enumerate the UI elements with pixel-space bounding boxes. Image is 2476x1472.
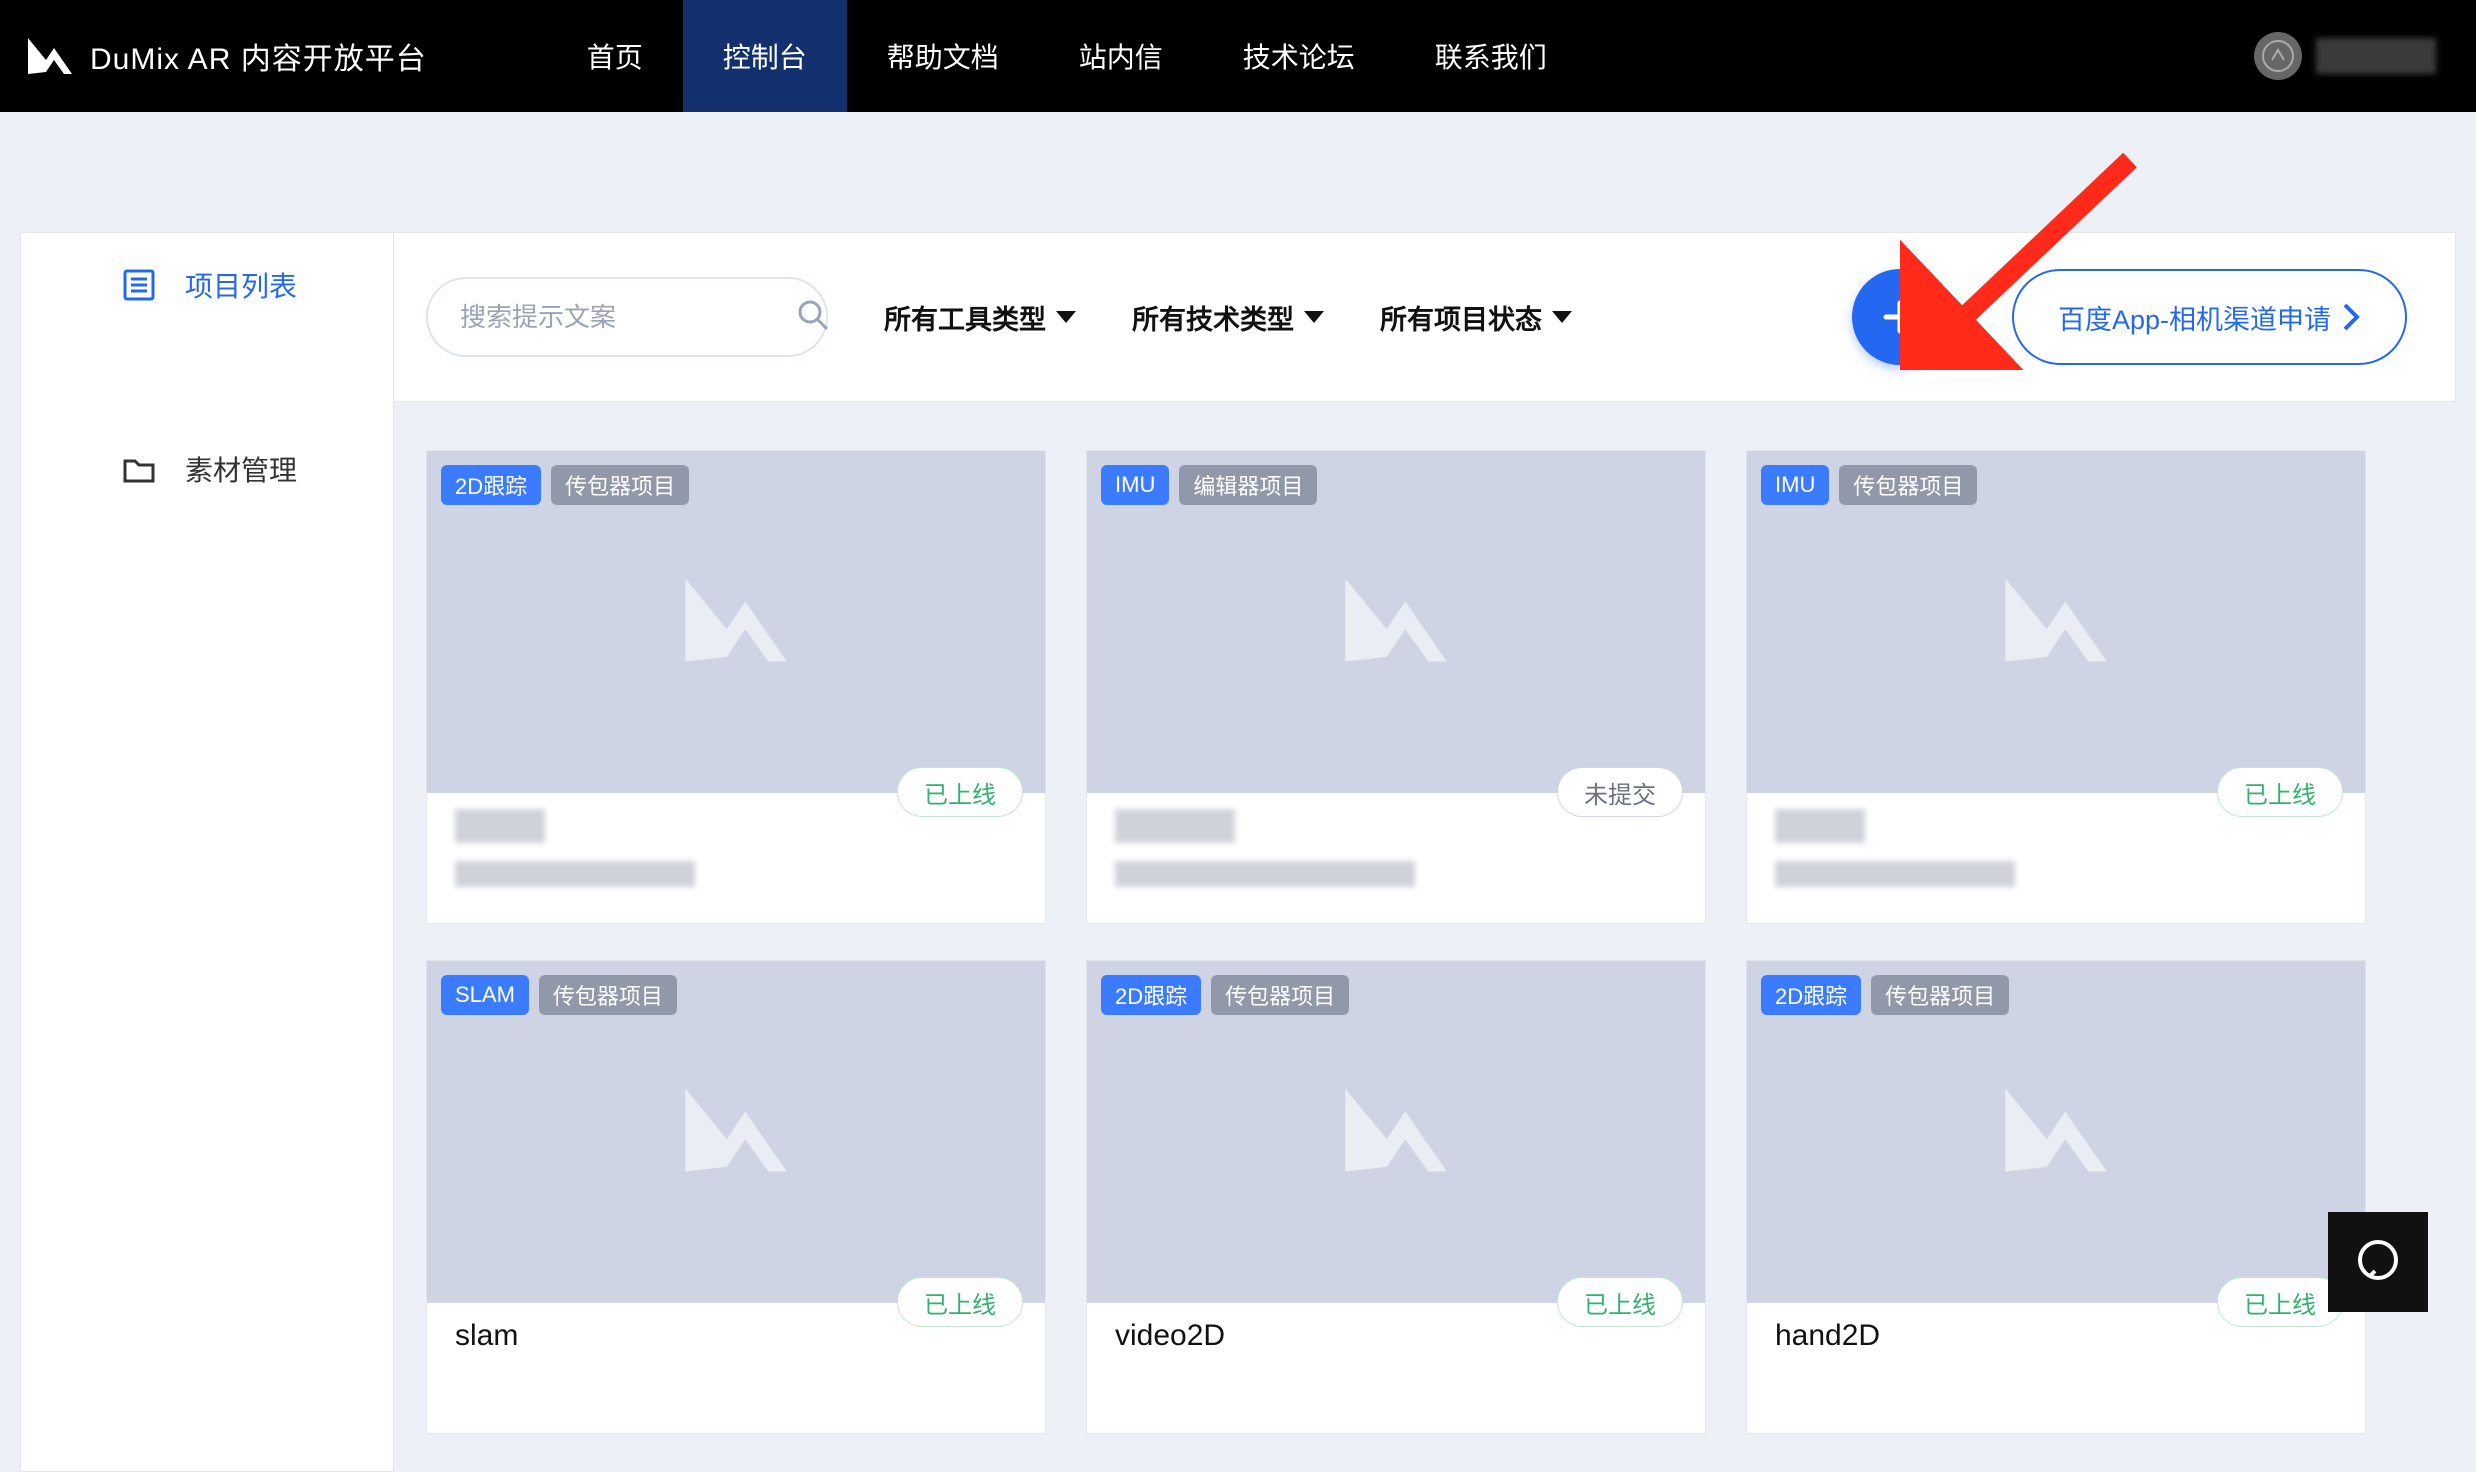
- status-badge: 已上线: [1557, 1277, 1683, 1327]
- card-body: 已上线: [1747, 793, 2365, 923]
- sidebar-item-label: 素材管理: [185, 449, 297, 489]
- tool-tag: 传包器项目: [1871, 975, 2009, 1015]
- dropdown-label: 所有技术类型: [1132, 298, 1294, 337]
- chevron-right-icon: [2341, 303, 2361, 331]
- tech-tag: 2D跟踪: [1101, 975, 1201, 1015]
- nav-forum[interactable]: 技术论坛: [1203, 0, 1395, 112]
- project-card[interactable]: IMU 编辑器项目 未提交: [1086, 450, 1706, 924]
- folder-icon: [121, 451, 157, 487]
- card-meta-redacted: [1775, 861, 2015, 887]
- placeholder-logo-icon: [666, 1070, 806, 1195]
- help-chat-button[interactable]: [2328, 1212, 2428, 1312]
- card-body: 已上线 slam: [427, 1303, 1045, 1433]
- card-thumb: 2D跟踪 传包器项目: [1747, 961, 2365, 1303]
- tech-tag: SLAM: [441, 975, 529, 1015]
- tech-tag: IMU: [1101, 465, 1169, 505]
- brand-logo-icon: [24, 30, 76, 82]
- nav-console[interactable]: 控制台: [683, 0, 847, 112]
- project-card[interactable]: 2D跟踪 传包器项目 已上线 hand2D: [1746, 960, 2366, 1434]
- card-title-redacted: [1115, 809, 1235, 843]
- user-menu[interactable]: [2254, 0, 2436, 112]
- project-card[interactable]: IMU 传包器项目 已上线: [1746, 450, 2366, 924]
- page-body: 项目列表 素材管理 所有工具类型 所有技术类型: [0, 112, 2476, 1472]
- plus-icon: [1878, 295, 1922, 339]
- chevron-down-icon: [1552, 311, 1572, 323]
- dropdown-tool-type[interactable]: 所有工具类型: [884, 298, 1076, 337]
- nav-inbox[interactable]: 站内信: [1039, 0, 1203, 112]
- tool-tag: 传包器项目: [551, 465, 689, 505]
- brand-title: DuMix AR 内容开放平台: [90, 34, 427, 78]
- project-grid: 2D跟踪 传包器项目 已上线 IMU: [394, 450, 2456, 1434]
- tech-tag: 2D跟踪: [441, 465, 541, 505]
- status-badge: 未提交: [1557, 767, 1683, 817]
- user-avatar-icon: [2254, 32, 2302, 80]
- search-box[interactable]: [426, 277, 828, 357]
- chevron-down-icon: [1304, 311, 1324, 323]
- tech-tag: IMU: [1761, 465, 1829, 505]
- top-header: DuMix AR 内容开放平台 首页 控制台 帮助文档 站内信 技术论坛 联系我…: [0, 0, 2476, 112]
- toolbar: 所有工具类型 所有技术类型 所有项目状态 百度App-相机渠道申请: [394, 232, 2456, 402]
- nav-help[interactable]: 帮助文档: [847, 0, 1039, 112]
- project-card[interactable]: 2D跟踪 传包器项目 已上线: [426, 450, 1046, 924]
- channel-apply-label: 百度App-相机渠道申请: [2058, 298, 2331, 337]
- tool-tag: 传包器项目: [1839, 465, 1977, 505]
- tool-tag: 传包器项目: [1211, 975, 1349, 1015]
- add-project-button[interactable]: [1852, 269, 1948, 365]
- card-thumb: 2D跟踪 传包器项目: [1087, 961, 1705, 1303]
- card-thumb: SLAM 传包器项目: [427, 961, 1045, 1303]
- list-icon: [121, 267, 157, 303]
- dropdown-label: 所有工具类型: [884, 298, 1046, 337]
- card-thumb: IMU 传包器项目: [1747, 451, 2365, 793]
- sidebar-item-label: 项目列表: [185, 265, 297, 305]
- sidebar-item-materials[interactable]: 素材管理: [21, 417, 393, 521]
- chevron-down-icon: [1056, 311, 1076, 323]
- card-title-redacted: [455, 809, 545, 843]
- sidebar: 项目列表 素材管理: [20, 232, 394, 1472]
- placeholder-logo-icon: [1986, 560, 2126, 685]
- card-body: 已上线: [427, 793, 1045, 923]
- sidebar-item-projects[interactable]: 项目列表: [21, 233, 393, 337]
- placeholder-logo-icon: [1326, 1070, 1466, 1195]
- nav-contact[interactable]: 联系我们: [1395, 0, 1587, 112]
- channel-apply-button[interactable]: 百度App-相机渠道申请: [2012, 269, 2407, 365]
- card-thumb: IMU 编辑器项目: [1087, 451, 1705, 793]
- user-name-redacted: [2316, 38, 2436, 74]
- card-title-redacted: [1775, 809, 1865, 843]
- dropdown-label: 所有项目状态: [1380, 298, 1542, 337]
- tool-tag: 传包器项目: [539, 975, 677, 1015]
- card-body: 已上线 hand2D: [1747, 1303, 2365, 1433]
- dropdown-project-status[interactable]: 所有项目状态: [1380, 298, 1572, 337]
- placeholder-logo-icon: [1326, 560, 1466, 685]
- placeholder-logo-icon: [1986, 1070, 2126, 1195]
- card-meta-redacted: [455, 861, 695, 887]
- project-card[interactable]: 2D跟踪 传包器项目 已上线 video2D: [1086, 960, 1706, 1434]
- dropdown-tech-type[interactable]: 所有技术类型: [1132, 298, 1324, 337]
- status-badge: 已上线: [2217, 767, 2343, 817]
- placeholder-logo-icon: [666, 560, 806, 685]
- project-card[interactable]: SLAM 传包器项目 已上线 slam: [426, 960, 1046, 1434]
- card-body: 已上线 video2D: [1087, 1303, 1705, 1433]
- status-badge: 已上线: [2217, 1277, 2343, 1327]
- search-icon: [795, 297, 831, 338]
- top-nav: 首页 控制台 帮助文档 站内信 技术论坛 联系我们: [547, 0, 1587, 112]
- chat-bubble-icon: [2351, 1235, 2405, 1289]
- tool-tag: 编辑器项目: [1179, 465, 1317, 505]
- tech-tag: 2D跟踪: [1761, 975, 1861, 1015]
- status-badge: 已上线: [897, 1277, 1023, 1327]
- search-input[interactable]: [460, 302, 795, 333]
- card-meta-redacted: [1115, 861, 1415, 887]
- card-thumb: 2D跟踪 传包器项目: [427, 451, 1045, 793]
- nav-home[interactable]: 首页: [547, 0, 683, 112]
- status-badge: 已上线: [897, 767, 1023, 817]
- brand-block: DuMix AR 内容开放平台: [0, 30, 427, 82]
- main-column: 所有工具类型 所有技术类型 所有项目状态 百度App-相机渠道申请: [394, 232, 2456, 1472]
- card-body: 未提交: [1087, 793, 1705, 923]
